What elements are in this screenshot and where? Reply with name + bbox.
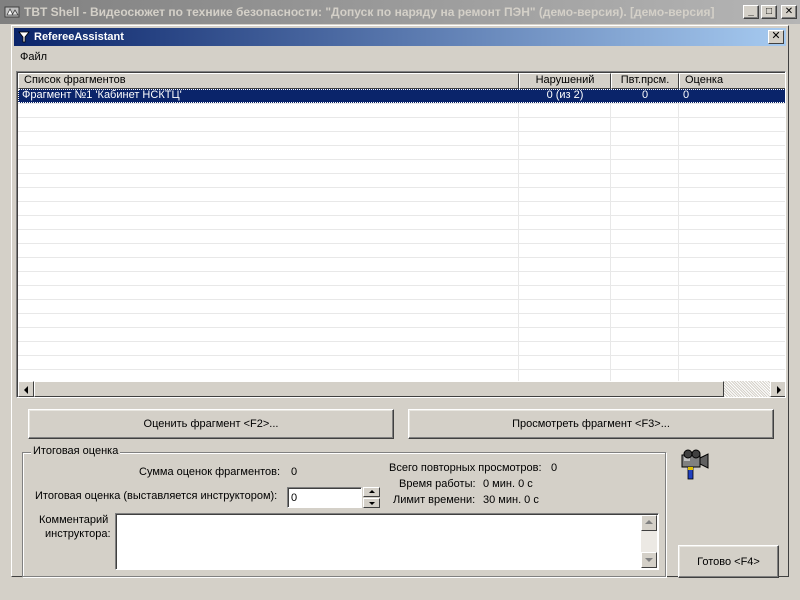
arrow-left-icon <box>24 386 28 394</box>
arrow-right-icon <box>777 386 781 394</box>
outer-window-title: TBT Shell - Видеосюжет по технике безопа… <box>24 5 715 19</box>
final-score-input[interactable] <box>287 487 362 508</box>
final-score-group-title: Итоговая оценка <box>31 445 121 457</box>
taskbar-strip <box>0 578 800 600</box>
list-gridline <box>18 145 785 146</box>
column-header-violations[interactable]: Нарушений <box>519 73 611 89</box>
list-gridline <box>18 201 785 202</box>
view-fragment-button[interactable]: Просмотреть фрагмент <F3>... <box>408 409 774 439</box>
list-gridline <box>18 257 785 258</box>
list-gridline <box>18 299 785 300</box>
list-gridline <box>18 243 785 244</box>
maximize-icon: □ <box>765 6 773 17</box>
done-button[interactable]: Готово <F4> <box>678 545 779 578</box>
list-gridline <box>18 313 785 314</box>
scroll-thumb[interactable] <box>34 381 724 397</box>
minimize-icon: _ <box>748 6 754 17</box>
video-camera-icon <box>678 449 712 481</box>
comment-label-line2: инструктора: <box>45 528 111 540</box>
fragments-list[interactable]: Список фрагментов Нарушений Пвт.прсм. Оц… <box>16 71 786 398</box>
close-icon: ✕ <box>771 30 781 42</box>
maximize-button[interactable]: □ <box>761 5 777 19</box>
list-gridline <box>18 215 785 216</box>
column-header-fragments[interactable]: Список фрагментов <box>18 73 519 89</box>
score-cell: 0 <box>683 89 690 101</box>
referee-window-icon <box>17 30 31 44</box>
list-header: Список фрагментов Нарушений Пвт.прсм. Оц… <box>18 73 785 89</box>
chevron-down-icon <box>369 502 375 505</box>
final-score-label: Итоговая оценка (выставляется инструктор… <box>35 490 278 502</box>
list-gridline <box>18 131 785 132</box>
evaluate-fragment-button[interactable]: Оценить фрагмент <F2>... <box>28 409 394 439</box>
list-gridline <box>18 187 785 188</box>
list-gridline <box>18 355 785 356</box>
instructor-comment-field[interactable] <box>115 513 659 570</box>
list-gridline <box>18 369 785 370</box>
list-gridline <box>18 103 785 104</box>
work-time-value: 0 мин. 0 с <box>483 478 533 490</box>
fragment-name-cell: Фрагмент №1 'Кабинет НСКТЦ' <box>22 89 182 101</box>
referee-assistant-window: RefereeAssistant ✕ Файл Список фрагменто… <box>11 25 789 578</box>
final-score-group: Итоговая оценка Сумма оценок фрагментов:… <box>22 445 666 577</box>
close-icon: ✕ <box>784 6 794 17</box>
reviews-cell: 0 <box>641 89 649 101</box>
arrow-up-icon <box>645 520 653 524</box>
total-reviews-value: 0 <box>551 462 558 474</box>
scroll-down-button[interactable] <box>641 552 657 568</box>
final-score-spinner <box>363 487 380 508</box>
list-gridline <box>18 341 785 342</box>
menu-bar: Файл <box>16 48 51 66</box>
chevron-up-icon <box>369 490 375 493</box>
inner-window-title: RefereeAssistant <box>34 31 124 43</box>
close-app-button[interactable]: ✕ <box>781 5 797 19</box>
outer-titlebar[interactable]: TBT Shell - Видеосюжет по технике безопа… <box>0 0 800 24</box>
list-gridline <box>18 285 785 286</box>
list-gridline <box>18 159 785 160</box>
list-item[interactable]: Фрагмент №1 'Кабинет НСКТЦ' 0 (из 2) 0 0 <box>18 89 785 103</box>
outer-application-window: TBT Shell - Видеосюжет по технике безопа… <box>0 0 800 600</box>
scroll-right-button[interactable] <box>770 381 785 397</box>
inner-titlebar[interactable]: RefereeAssistant ✕ <box>14 28 786 46</box>
list-gridline <box>18 271 785 272</box>
total-reviews-label: Всего повторных просмотров: <box>389 462 542 474</box>
list-gridline <box>18 229 785 230</box>
column-header-reviews[interactable]: Пвт.прсм. <box>611 73 679 89</box>
list-body: Фрагмент №1 'Кабинет НСКТЦ' 0 (из 2) 0 0 <box>18 89 785 381</box>
horizontal-scrollbar[interactable] <box>18 381 785 397</box>
column-header-score[interactable]: Оценка <box>679 73 785 89</box>
list-gridline <box>18 327 785 328</box>
list-gridline <box>18 117 785 118</box>
scroll-track[interactable] <box>724 381 770 397</box>
comment-vertical-scrollbar[interactable] <box>641 515 657 568</box>
list-gridline <box>18 173 785 174</box>
spin-down-button[interactable] <box>363 498 380 508</box>
close-window-button[interactable]: ✕ <box>768 30 784 44</box>
scroll-up-button[interactable] <box>641 515 657 531</box>
time-limit-label: Лимит времени: <box>393 494 476 506</box>
violations-cell: 0 (из 2) <box>546 89 584 101</box>
time-limit-value: 30 мин. 0 с <box>483 494 539 506</box>
scroll-left-button[interactable] <box>18 381 34 397</box>
tbt-app-icon <box>4 4 20 20</box>
comment-label-line1: Комментарий <box>39 514 109 526</box>
sum-scores-label: Сумма оценок фрагментов: <box>139 466 281 478</box>
sum-scores-value: 0 <box>291 466 298 478</box>
arrow-down-icon <box>645 558 653 562</box>
work-time-label: Время работы: <box>399 478 476 490</box>
minimize-button[interactable]: _ <box>743 5 759 19</box>
spin-up-button[interactable] <box>363 487 380 497</box>
menu-file[interactable]: Файл <box>16 51 51 63</box>
